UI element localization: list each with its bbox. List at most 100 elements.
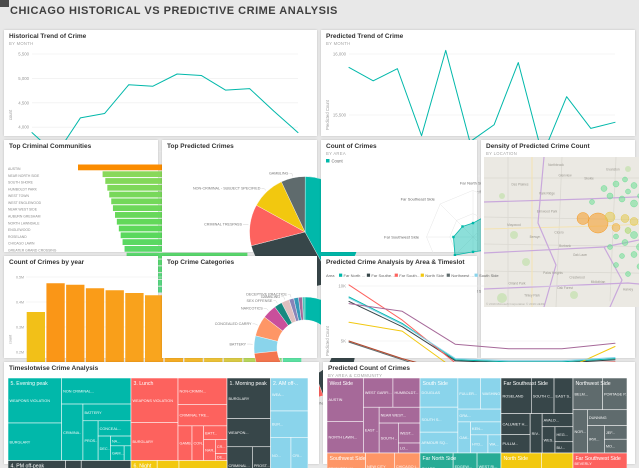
svg-text:16,000: 16,000 [333, 52, 347, 57]
svg-text:North Side: North Side [425, 273, 445, 278]
svg-text:NON CRIMINAL...: NON CRIMINAL... [63, 390, 94, 394]
svg-text:NORTH LAWNDALE: NORTH LAWNDALE [8, 221, 40, 225]
card-count-by-year[interactable]: Count of Crimes by year 0.0M0.1M0.2M0.3M… [4, 256, 158, 358]
svg-text:5,500: 5,500 [18, 52, 29, 57]
svg-text:Far Southeast Side: Far Southeast Side [401, 196, 436, 201]
svg-text:BATT...: BATT... [205, 431, 217, 435]
svg-text:NEAR NORTH SIDE: NEAR NORTH SIDE [8, 174, 40, 178]
card-subtitle: BY MONTH [9, 41, 33, 46]
svg-text:GAMBLING: GAMBLING [269, 172, 289, 176]
svg-text:ROSELAND: ROSELAND [8, 235, 27, 239]
svg-text:BELM...: BELM... [575, 392, 589, 396]
card-predicted-trend[interactable]: Predicted Trend of Crime BY MONTH 15,000… [321, 30, 635, 136]
svg-text:PROS..: PROS.. [84, 439, 97, 443]
svg-text:4,500: 4,500 [18, 100, 29, 105]
svg-text:Far Southwest Side: Far Southwest Side [384, 234, 420, 239]
svg-text:NO...: NO... [272, 454, 281, 458]
card-title: Predicted Trend of Crime [326, 33, 403, 40]
svg-text:CON..: CON.. [194, 442, 205, 446]
card-title: Count of Crimes by year [9, 259, 84, 266]
page-title: CHICAGO HISTORICAL VS PREDICTIVE CRIME A… [10, 5, 338, 17]
svg-text:Northwest Side: Northwest Side [576, 381, 611, 387]
svg-text:0.3M: 0.3M [16, 325, 24, 329]
svg-text:ROSELAND: ROSELAND [503, 394, 524, 398]
card-subtitle: BY MONTH [326, 41, 350, 46]
svg-text:Harvey: Harvey [623, 288, 634, 292]
svg-text:EAST S..: EAST S.. [556, 394, 572, 398]
svg-text:CONCEAL...: CONCEAL... [100, 427, 122, 431]
timeslot-treemap[interactable]: WEAPONS VIOLATION BURGLARY NON CRIMINAL...… [8, 378, 308, 468]
svg-text:AUBURN GRESHAM: AUBURN GRESHAM [8, 215, 41, 219]
svg-text:AUSTIN: AUSTIN [329, 398, 343, 402]
svg-text:PROST...: PROST... [254, 464, 270, 468]
svg-text:HYD...: HYD... [472, 442, 483, 446]
svg-text:SEX OFFENSE: SEX OFFENSE [247, 299, 273, 303]
svg-text:BU...: BU... [557, 446, 565, 450]
svg-text:Area: Area [326, 273, 335, 278]
svg-text:SOUTH ..: SOUTH .. [381, 437, 397, 441]
svg-text:BATTERY: BATTERY [229, 342, 246, 346]
svg-text:CRIMINAL TRESPASS: CRIMINAL TRESPASS [204, 223, 242, 227]
svg-text:Southwest Side: Southwest Side [330, 456, 366, 462]
svg-text:EAST ..: EAST .. [365, 429, 378, 433]
svg-text:BURGLARY: BURGLARY [133, 440, 154, 444]
card-area-timeslot[interactable]: Predicted Crime Analysis by Area & Times… [321, 256, 477, 358]
svg-text:Predicted Count: Predicted Count [325, 99, 330, 130]
svg-text:WASHING..: WASHING.. [482, 392, 502, 396]
svg-text:DECEPTIVE PRACTICE: DECEPTIVE PRACTICE [246, 293, 287, 297]
svg-text:CRI...: CRI... [292, 454, 302, 458]
svg-text:NEAR WEST...: NEAR WEST... [381, 414, 406, 418]
svg-text:DE...: DE... [217, 456, 225, 460]
svg-text:WES..: WES.. [544, 438, 555, 442]
svg-text:WA...: WA... [489, 442, 498, 446]
svg-text:BATTERY: BATTERY [84, 411, 102, 415]
svg-text:WEST TOWN: WEST TOWN [8, 194, 29, 198]
app-logo [0, 0, 9, 7]
svg-text:CRIMINA..: CRIMINA.. [63, 431, 81, 435]
svg-text:DOUGLAS: DOUGLAS [422, 391, 441, 395]
card-top-predicted-crimes[interactable]: Top Predicted Crimes WEAPONS VIOLATIONBU… [162, 140, 317, 252]
card-top-criminal-communities[interactable]: Top Criminal Communities 100%AUSTIN2,456… [4, 140, 158, 252]
svg-text:WEAPONS VIOLATION: WEAPONS VIOLATION [133, 399, 174, 403]
svg-text:BEVERLY: BEVERLY [575, 462, 593, 466]
svg-text:Far North Side: Far North Side [423, 456, 457, 462]
svg-text:Count: Count [332, 158, 344, 163]
svg-text:Far Southeast Side: Far Southeast Side [504, 381, 549, 387]
svg-text:ARMOUR SQ...: ARMOUR SQ... [422, 441, 449, 445]
svg-text:JEF...: JEF... [606, 431, 616, 435]
svg-text:0.4M: 0.4M [16, 300, 24, 304]
predicted-count-treemap[interactable]: AUSTINNORTH LAWN...WEST GARFI...HUMBOLDT… [327, 378, 627, 468]
card-title: Count of Crimes [326, 143, 377, 150]
svg-text:FULLER...: FULLER... [459, 392, 477, 396]
card-title: Top Predicted Crimes [167, 143, 234, 150]
svg-text:DUNNING: DUNNING [589, 416, 607, 420]
card-timeslot-treemap[interactable]: Timeslotwise Crime Analysis WEAPONS VIOL… [4, 362, 319, 464]
svg-text:AUSTIN: AUSTIN [8, 167, 21, 171]
card-subtitle: BY AREA [326, 151, 346, 156]
svg-text:Evanston: Evanston [606, 168, 620, 172]
svg-text:NOR...: NOR... [575, 430, 587, 434]
svg-text:NAR..: NAR.. [205, 449, 215, 453]
svg-text:NON-CRIMINAL - SUBJECT SPECIFI: NON-CRIMINAL - SUBJECT SPECIFIED [193, 186, 261, 190]
svg-text:count: count [9, 334, 13, 344]
svg-text:NARCOTICS: NARCOTICS [241, 306, 263, 310]
svg-text:SOUTH S...: SOUTH S... [422, 418, 442, 422]
svg-text:GRA...: GRA... [459, 414, 470, 418]
card-count-of-crimes[interactable]: Count of Crimes BY AREA CountFar North S… [321, 140, 477, 252]
svg-text:CHICAGO LAWN: CHICAGO LAWN [8, 242, 35, 246]
svg-text:0.5M: 0.5M [16, 275, 24, 279]
card-title: Predicted Count of Crimes [328, 365, 410, 372]
svg-text:GAM...: GAM... [112, 452, 124, 456]
svg-text:ENGLEWOOD: ENGLEWOOD [8, 228, 31, 232]
svg-text:AVALO...: AVALO... [544, 419, 559, 423]
svg-text:CR...: CR... [217, 445, 226, 449]
svg-text:Far North …: Far North … [344, 273, 366, 278]
svg-text:Far Southwest Side: Far Southwest Side [576, 456, 621, 462]
card-historical-trend[interactable]: Historical Trend of Crime BY MONTH 3,000… [4, 30, 317, 136]
card-top-crime-categories[interactable]: Top Crime Categories WEAPONS VIOLATIONBU… [162, 256, 317, 358]
svg-text:NEAR WEST SIDE: NEAR WEST SIDE [8, 208, 38, 212]
svg-text:Park Ridge: Park Ridge [539, 192, 555, 196]
card-predicted-count-treemap[interactable]: Predicted Count of Crimes BY AREA & COMM… [323, 362, 635, 464]
svg-text:LO...: LO... [400, 447, 408, 451]
svg-text:CRIMINAL ..: CRIMINAL .. [229, 464, 250, 468]
